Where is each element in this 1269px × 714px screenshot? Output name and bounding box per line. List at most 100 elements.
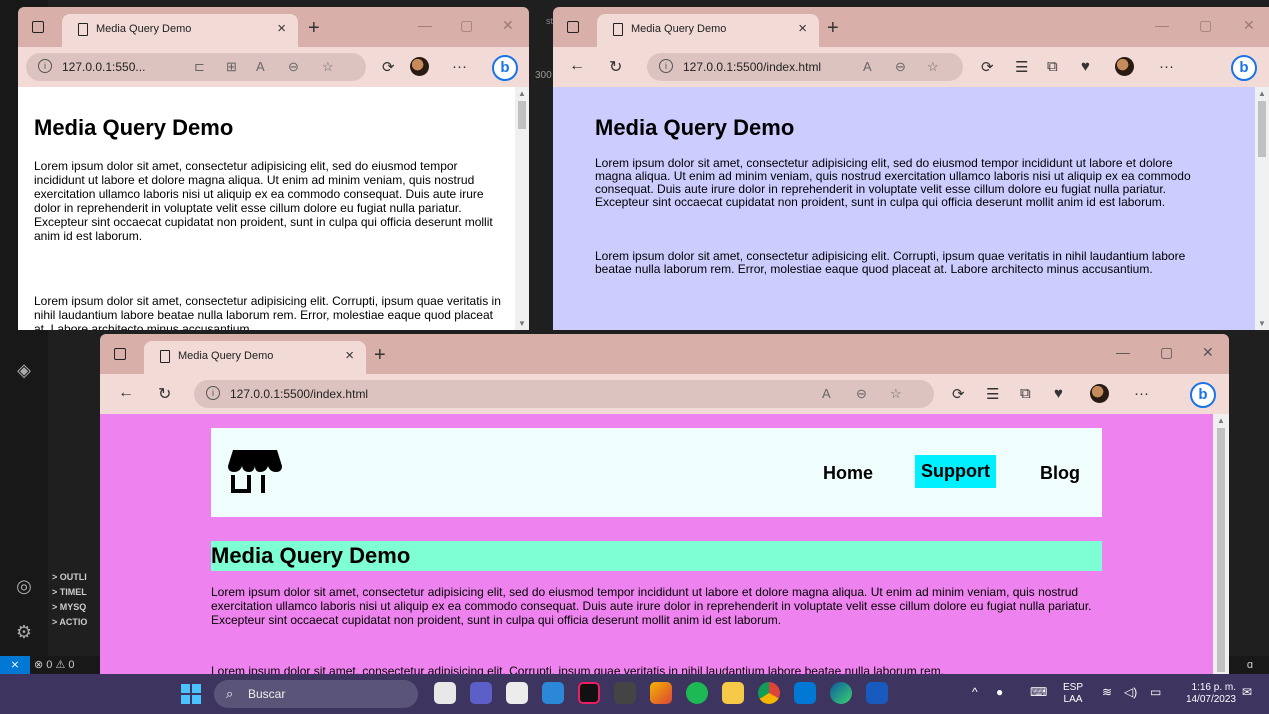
tab-actions-icon[interactable] (567, 21, 579, 33)
refresh-button[interactable]: ↻ (609, 57, 622, 77)
zoom-icon[interactable]: ⊖ (895, 59, 906, 75)
url-text[interactable]: 127.0.0.1:5500/index.html (683, 60, 821, 74)
url-text[interactable]: 127.0.0.1:550... (62, 60, 145, 74)
windows-start-icon[interactable] (181, 684, 201, 704)
git-icon[interactable] (650, 682, 672, 704)
more-menu-icon[interactable]: ··· (1159, 58, 1174, 75)
volume-icon[interactable]: ◁) (1124, 686, 1137, 698)
tab-close-icon[interactable]: × (277, 20, 286, 37)
favorite-star-icon[interactable]: ☆ (890, 386, 902, 402)
read-aloud-icon[interactable]: A (863, 59, 872, 74)
site-info-icon[interactable]: i (659, 59, 673, 73)
scroll-up-arrow[interactable]: ▲ (518, 89, 526, 98)
scroll-up-arrow[interactable]: ▲ (1217, 416, 1225, 425)
omnibox[interactable]: i 127.0.0.1:5500/index.html A ⊖ ☆ (647, 53, 963, 81)
grid-icon[interactable]: ⊞ (226, 59, 237, 75)
extensions-icon[interactable]: ◈ (12, 358, 36, 382)
panel-mysql[interactable]: > MYSQ (52, 600, 102, 615)
tab-actions-icon[interactable] (114, 348, 126, 360)
profile-avatar[interactable] (410, 57, 429, 76)
maximize-button[interactable]: ▢ (1160, 344, 1173, 361)
browser-tab[interactable]: Media Query Demo × (144, 341, 366, 374)
panel-outline[interactable]: > OUTLI (52, 570, 102, 585)
favorite-star-icon[interactable]: ☆ (927, 59, 939, 75)
nav-blog-link[interactable]: Blog (1040, 463, 1080, 484)
clock[interactable]: 1:16 p. m. 14/07/2023 (1176, 682, 1236, 706)
nav-support-link[interactable]: Support (915, 455, 996, 488)
refresh-button[interactable]: ↻ (158, 384, 171, 404)
site-info-icon[interactable]: i (38, 59, 52, 73)
notifications-icon[interactable]: ɑ (1247, 656, 1253, 674)
tray-overflow-icon[interactable]: ^ (972, 686, 978, 698)
browser-tab[interactable]: Media Query Demo × (597, 14, 819, 47)
drawing-app-icon[interactable] (614, 682, 636, 704)
bing-icon[interactable]: b (492, 55, 518, 81)
omnibox[interactable]: i 127.0.0.1:550... ⊏ ⊞ A ⊖ ☆ (26, 53, 366, 81)
word-icon[interactable] (866, 682, 888, 704)
panel-timeline[interactable]: > TIMEL (52, 585, 102, 600)
close-window-button[interactable]: ✕ (1243, 17, 1255, 34)
favorites-icon[interactable]: ☰ (1015, 58, 1028, 76)
taskbar-search[interactable]: ⌕ Buscar (214, 680, 418, 708)
new-tab-button[interactable]: + (308, 17, 320, 40)
scroll-thumb[interactable] (518, 101, 526, 129)
browser-tab[interactable]: Media Query Demo × (62, 14, 298, 47)
scroll-down-arrow[interactable]: ▼ (518, 319, 526, 328)
more-menu-icon[interactable]: ··· (1134, 385, 1149, 402)
performance-icon[interactable]: ♥ (1054, 385, 1063, 402)
task-view-icon[interactable] (434, 682, 456, 704)
bing-icon[interactable]: b (1190, 382, 1216, 408)
tray-app-icon[interactable]: ● (996, 686, 1003, 698)
jetbrains-icon[interactable] (578, 682, 600, 704)
zoom-icon[interactable]: ⊖ (856, 386, 867, 402)
app-available-icon[interactable]: ⊏ (194, 59, 205, 75)
wifi-icon[interactable]: ≋ (1102, 686, 1112, 698)
more-menu-icon[interactable]: ··· (452, 58, 467, 75)
settings-gear-icon[interactable]: ⚙ (12, 620, 36, 644)
favorite-star-icon[interactable]: ☆ (322, 59, 334, 75)
tab-close-icon[interactable]: × (798, 20, 807, 37)
keyboard-icon[interactable]: ⌨ (1030, 686, 1047, 698)
scroll-thumb[interactable] (1258, 101, 1266, 157)
close-window-button[interactable]: ✕ (1202, 344, 1214, 361)
teams-icon[interactable] (470, 682, 492, 704)
scroll-down-arrow[interactable]: ▼ (1258, 319, 1266, 328)
battery-icon[interactable]: ▭ (1150, 686, 1161, 698)
profile-avatar[interactable] (1115, 57, 1134, 76)
store-app-icon[interactable] (506, 682, 528, 704)
favorites-icon[interactable]: ☰ (986, 385, 999, 403)
spotify-icon[interactable] (686, 682, 708, 704)
close-window-button[interactable]: ✕ (502, 17, 514, 34)
extensions-icon[interactable]: ⟳ (952, 385, 965, 403)
scrollbar[interactable]: ▲ (1213, 414, 1229, 674)
minimize-button[interactable]: — (418, 17, 432, 33)
back-button[interactable]: ← (118, 384, 134, 402)
scroll-thumb[interactable] (1217, 428, 1225, 672)
notification-icon[interactable]: ✉ (1242, 686, 1252, 698)
scrollbar[interactable]: ▲ ▼ (1255, 87, 1269, 330)
extensions-icon[interactable]: ⟳ (382, 58, 395, 76)
maximize-button[interactable]: ▢ (1199, 17, 1212, 34)
collections-icon[interactable]: ⧉ (1020, 385, 1031, 402)
language-indicator[interactable]: ESP LAA (1060, 682, 1086, 706)
extensions-icon[interactable]: ⟳ (981, 58, 994, 76)
vscode-icon[interactable] (794, 682, 816, 704)
profile-avatar[interactable] (1090, 384, 1109, 403)
site-info-icon[interactable]: i (206, 386, 220, 400)
bing-icon[interactable]: b (1231, 55, 1257, 81)
back-button[interactable]: ← (569, 57, 585, 75)
tab-close-icon[interactable]: × (345, 347, 354, 364)
url-text[interactable]: 127.0.0.1:5500/index.html (230, 387, 368, 401)
zoom-icon[interactable]: ⊖ (288, 59, 299, 75)
new-tab-button[interactable]: + (827, 17, 839, 40)
maximize-button[interactable]: ▢ (460, 17, 473, 34)
read-aloud-icon[interactable]: A (822, 386, 831, 401)
nav-home-link[interactable]: Home (823, 463, 873, 484)
minimize-button[interactable]: — (1155, 17, 1169, 33)
azure-icon[interactable] (542, 682, 564, 704)
minimize-button[interactable]: — (1116, 344, 1130, 360)
chrome-icon[interactable] (758, 682, 780, 704)
omnibox[interactable]: i 127.0.0.1:5500/index.html A ⊖ ☆ (194, 380, 934, 408)
scrollbar[interactable]: ▲ ▼ (515, 87, 529, 330)
problems-indicator[interactable]: ⊗ 0 ⚠ 0 (34, 656, 74, 674)
